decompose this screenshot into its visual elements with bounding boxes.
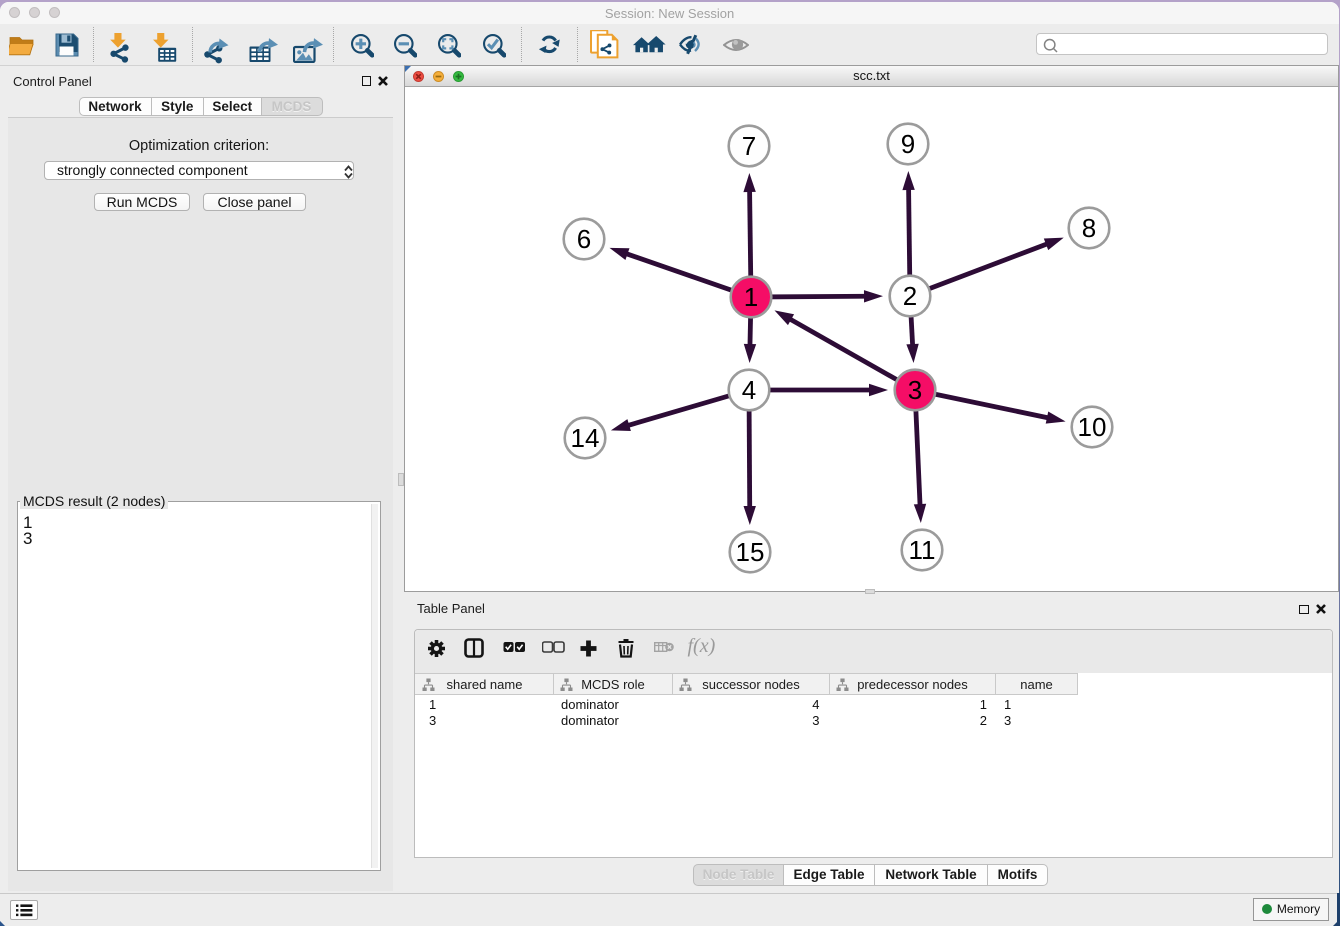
svg-text:6: 6: [577, 224, 591, 254]
svg-text:3: 3: [908, 375, 922, 405]
svg-text:2: 2: [903, 281, 917, 311]
svg-text:9: 9: [901, 129, 915, 159]
svg-text:7: 7: [742, 131, 756, 161]
svg-text:14: 14: [571, 423, 600, 453]
svg-text:15: 15: [736, 537, 765, 567]
svg-text:11: 11: [909, 535, 936, 565]
svg-text:4: 4: [742, 375, 756, 405]
svg-text:1: 1: [744, 282, 758, 312]
svg-text:8: 8: [1082, 213, 1096, 243]
svg-text:10: 10: [1078, 412, 1107, 442]
